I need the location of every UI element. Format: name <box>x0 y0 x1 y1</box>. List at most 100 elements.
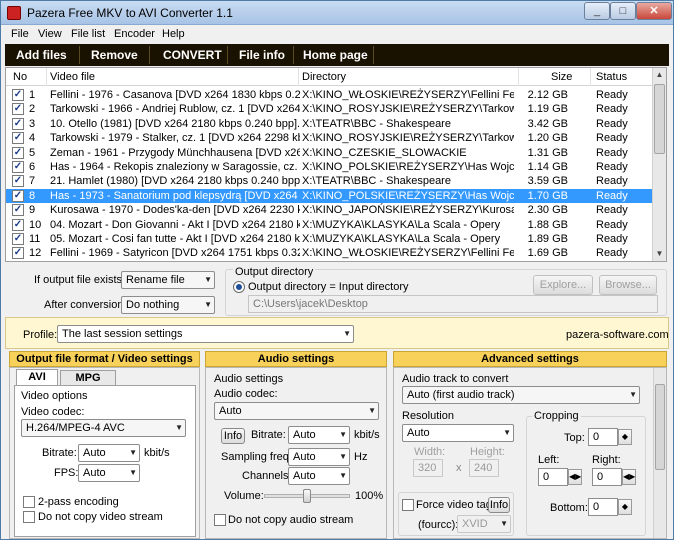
row-directory: X:\TEATR\BBC - Shakespeare <box>302 117 451 130</box>
row-status: Ready <box>596 175 628 188</box>
height-input[interactable]: 240 <box>469 459 499 477</box>
column-status[interactable]: Status <box>596 71 627 83</box>
no-copy-video-checkbox[interactable] <box>23 511 35 523</box>
crop-left-spin-icon[interactable]: ◀▶ <box>568 469 582 485</box>
video-bitrate-select[interactable]: Auto ▼ <box>78 444 140 462</box>
tab-avi[interactable]: AVI <box>16 369 58 386</box>
if-exists-select[interactable]: Rename file ▼ <box>121 271 215 289</box>
app-window: Pazera Free MKV to AVI Converter 1.1 _ □… <box>0 0 674 540</box>
no-copy-audio-checkbox[interactable] <box>214 514 226 526</box>
browse-button[interactable]: Browse... <box>599 275 657 295</box>
row-size: 2.12 GB <box>527 89 568 101</box>
row-video-file: Has - 1964 - Rekopis znaleziony w Sarago… <box>50 161 300 173</box>
add-files-button[interactable]: Add files <box>16 48 67 62</box>
two-pass-checkbox[interactable] <box>23 496 35 508</box>
output-directory-input[interactable]: C:\Users\jacek\Desktop <box>248 295 658 313</box>
file-list[interactable]: No Video file Directory Size Status ✓ 1 Fe… <box>5 67 667 262</box>
row-checkbox[interactable]: ✓ <box>12 89 24 101</box>
row-checkbox[interactable]: ✓ <box>12 132 24 145</box>
crop-bottom-input[interactable]: 0 <box>588 498 618 516</box>
after-conversion-select[interactable]: Do nothing ▼ <box>121 296 215 314</box>
row-checkbox[interactable]: ✓ <box>12 175 24 188</box>
table-row[interactable]: ✓ 6 Has - 1964 - Rekopis znaleziony w Sara… <box>6 160 654 174</box>
row-checkbox[interactable]: ✓ <box>12 189 24 202</box>
crop-bottom-spin-icon[interactable]: ◆ <box>618 499 632 515</box>
force-video-tag-checkbox[interactable] <box>402 499 414 511</box>
file-info-button[interactable]: File info <box>239 48 285 62</box>
crop-right-label: Right: <box>592 454 621 466</box>
table-row[interactable]: ✓ 11 05. Mozart - Cosi fan tutte - Akt I [… <box>6 232 654 246</box>
fourcc-select[interactable]: XVID ▼ <box>457 515 511 533</box>
toolbar-separator <box>79 46 80 64</box>
table-row[interactable]: ✓ 5 Zeman - 1961 - Przygody Münchhausena [… <box>6 146 654 160</box>
audio-track-select[interactable]: Auto (first audio track) ▼ <box>402 386 640 404</box>
crop-top-input[interactable]: 0 <box>588 428 618 446</box>
table-row[interactable]: ✓ 9 Kurosawa - 1970 - Dodes'ka-den [DVD x2… <box>6 203 654 217</box>
remove-button[interactable]: Remove <box>91 48 138 62</box>
scroll-down-icon[interactable]: ▼ <box>653 247 666 261</box>
width-label: Width: <box>414 446 446 458</box>
maximize-button[interactable]: □ <box>610 2 636 20</box>
crop-left-label: Left: <box>538 454 560 466</box>
audio-codec-select[interactable]: Auto ▼ <box>214 402 379 420</box>
explore-button[interactable]: Explore... <box>533 275 593 295</box>
crop-top-spin-icon[interactable]: ◆ <box>618 429 632 445</box>
table-row[interactable]: ✓ 3 10. Otello (1981) [DVD x264 2180 kbps … <box>6 117 654 131</box>
column-video-file[interactable]: Video file <box>50 71 95 83</box>
profile-select[interactable]: The last session settings ▼ <box>57 325 354 343</box>
crop-right-spin-icon[interactable]: ◀▶ <box>622 469 636 485</box>
scrollbar-thumb[interactable] <box>654 84 665 154</box>
row-checkbox[interactable]: ✓ <box>12 204 24 217</box>
row-checkbox[interactable]: ✓ <box>12 146 24 159</box>
row-number: 9 <box>29 204 36 217</box>
table-row[interactable]: ✓ 4 Tarkowski - 1979 - Stalker, cz. 1 [DVD… <box>6 131 654 145</box>
fourcc-info-button[interactable]: Info <box>488 497 510 513</box>
table-row[interactable]: ✓ 8 Has - 1973 - Sanatorium pod klepsydrą … <box>6 188 654 203</box>
menu-view[interactable]: View <box>38 28 62 40</box>
row-checkbox[interactable]: ✓ <box>12 233 24 245</box>
convert-button[interactable]: CONVERT <box>163 48 222 62</box>
width-input[interactable]: 320 <box>413 459 443 477</box>
table-row[interactable]: ✓ 1 Fellini - 1976 - Casanova [DVD x264 18… <box>6 88 654 102</box>
row-checkbox[interactable]: ✓ <box>12 247 24 260</box>
volume-slider-thumb[interactable] <box>303 489 311 503</box>
menu-file-list[interactable]: File list <box>71 28 105 40</box>
file-list-scrollbar[interactable]: ▲ ▼ <box>652 68 666 261</box>
minimize-button[interactable]: _ <box>584 2 610 20</box>
audio-info-button[interactable]: Info <box>221 428 245 444</box>
row-checkbox[interactable]: ✓ <box>12 103 24 116</box>
row-status: Ready <box>596 132 628 145</box>
crop-right-input[interactable]: 0 <box>592 468 622 486</box>
row-checkbox[interactable]: ✓ <box>12 161 24 173</box>
close-button[interactable]: ✕ <box>636 2 672 20</box>
column-no[interactable]: No <box>13 71 27 83</box>
column-directory[interactable]: Directory <box>302 71 346 83</box>
home-page-button[interactable]: Home page <box>303 48 368 62</box>
menu-help[interactable]: Help <box>162 28 185 40</box>
channels-select[interactable]: Auto ▼ <box>288 467 350 485</box>
audio-bitrate-select[interactable]: Auto ▼ <box>288 426 350 444</box>
column-size[interactable]: Size <box>551 71 572 83</box>
scrollbar-thumb[interactable] <box>655 384 665 470</box>
dropdown-arrow-icon: ▼ <box>339 471 347 480</box>
scroll-up-icon[interactable]: ▲ <box>653 68 666 82</box>
tab-mpg[interactable]: MPG <box>60 370 116 386</box>
menu-encoder[interactable]: Encoder <box>114 28 155 40</box>
video-codec-select[interactable]: H.264/MPEG-4 AVC ▼ <box>21 419 186 437</box>
sampling-freq-select[interactable]: Auto ▼ <box>288 448 350 466</box>
table-row[interactable]: ✓ 2 Tarkowski - 1966 - Andriej Rublow, cz.… <box>6 102 654 116</box>
no-copy-audio-label: Do not copy audio stream <box>228 514 354 526</box>
row-checkbox[interactable]: ✓ <box>12 218 24 231</box>
table-row[interactable]: ✓ 10 04. Mozart - Don Giovanni - Akt I [DV… <box>6 218 654 232</box>
menu-file[interactable]: File <box>11 28 29 40</box>
table-row[interactable]: ✓ 12 Fellini - 1969 - Satyricon [DVD x264 … <box>6 246 654 260</box>
table-row[interactable]: ✓ 7 21. Hamlet (1980) [DVD x264 2180 kbps … <box>6 174 654 188</box>
resolution-select[interactable]: Auto ▼ <box>402 424 514 442</box>
outdir-equals-input-radio[interactable] <box>233 281 245 293</box>
fps-select[interactable]: Auto ▼ <box>78 464 140 482</box>
row-status: Ready <box>596 218 628 231</box>
row-checkbox[interactable]: ✓ <box>12 117 24 130</box>
crop-left-input[interactable]: 0 <box>538 468 568 486</box>
advanced-scrollbar[interactable] <box>653 368 666 538</box>
website-link[interactable]: pazera-software.com <box>566 329 669 341</box>
